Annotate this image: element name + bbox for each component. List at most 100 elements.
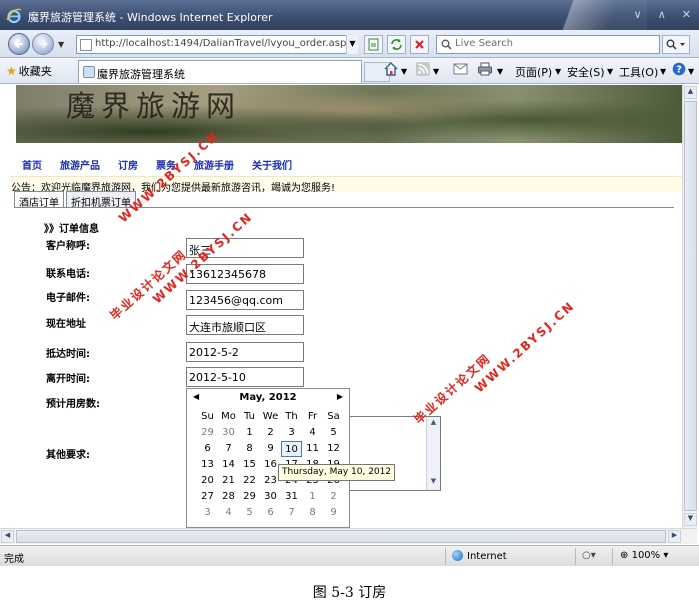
next-month-icon[interactable]: ▶ bbox=[337, 392, 343, 401]
horizontal-scrollbar[interactable]: ◀ ▶ bbox=[0, 528, 697, 544]
calendar-day[interactable]: 8 bbox=[239, 441, 260, 457]
calendar-day[interactable]: 3 bbox=[197, 505, 218, 521]
search-input[interactable]: Live Search bbox=[436, 35, 660, 54]
home-dropdown-icon[interactable]: ▼ bbox=[401, 67, 407, 76]
minimize-icon[interactable]: ∨ bbox=[634, 8, 642, 21]
arrival-date-input[interactable]: 2012-5-2 bbox=[186, 342, 304, 362]
calendar-day[interactable]: 27 bbox=[197, 489, 218, 505]
calendar-day-selected[interactable]: 10 bbox=[281, 441, 302, 457]
page-menu[interactable]: 页面(P) bbox=[515, 64, 552, 80]
scroll-thumb[interactable] bbox=[16, 530, 666, 543]
feeds-icon[interactable] bbox=[416, 62, 430, 76]
search-button[interactable] bbox=[662, 35, 690, 54]
calendar-day[interactable]: 6 bbox=[260, 505, 281, 521]
calendar-day[interactable]: 12 bbox=[323, 441, 344, 457]
protected-mode-icon[interactable]: ○▾ bbox=[582, 550, 596, 561]
ie-logo-icon bbox=[6, 8, 22, 24]
calendar-day[interactable]: 1 bbox=[239, 425, 260, 441]
email-input[interactable]: 123456@qq.com bbox=[186, 290, 304, 310]
compatibility-view-icon[interactable] bbox=[364, 35, 383, 54]
calendar-day[interactable]: 21 bbox=[218, 473, 239, 489]
calendar-day[interactable]: 14 bbox=[218, 457, 239, 473]
calendar-day[interactable]: 20 bbox=[197, 473, 218, 489]
scroll-thumb[interactable] bbox=[684, 101, 697, 511]
vertical-scrollbar[interactable]: ▲ ▼ bbox=[682, 85, 697, 528]
home-icon[interactable] bbox=[383, 61, 399, 77]
calendar-day[interactable]: 29 bbox=[239, 489, 260, 505]
tab-hotel-order[interactable]: 酒店订单 bbox=[14, 191, 64, 209]
feeds-dropdown-icon[interactable]: ▼ bbox=[433, 67, 439, 76]
form-title: 》》订单信息 bbox=[44, 224, 99, 235]
back-button[interactable] bbox=[8, 33, 30, 55]
calendar-day[interactable]: 4 bbox=[218, 505, 239, 521]
globe-icon bbox=[452, 550, 463, 561]
calendar-day[interactable]: 9 bbox=[260, 441, 281, 457]
security-zone: Internet bbox=[452, 550, 507, 562]
scroll-right-icon[interactable]: ▶ bbox=[668, 530, 681, 543]
date-tooltip: Thursday, May 10, 2012 bbox=[278, 464, 396, 481]
calendar-day[interactable]: 5 bbox=[323, 425, 344, 441]
menu-item-handbook[interactable]: 旅游手册 bbox=[194, 157, 234, 172]
phone-input[interactable]: 13612345678 bbox=[186, 264, 304, 284]
address-input[interactable]: 大连市旅顺口区 bbox=[186, 315, 304, 335]
calendar-day[interactable]: 6 bbox=[197, 441, 218, 457]
menu-item-about[interactable]: 关于我们 bbox=[252, 157, 292, 172]
calendar-day[interactable]: 5 bbox=[239, 505, 260, 521]
menu-item-booking[interactable]: 订房 bbox=[118, 157, 138, 172]
favorites-button[interactable]: ★ 收藏夹 bbox=[6, 63, 52, 79]
calendar-day[interactable]: 28 bbox=[218, 489, 239, 505]
calendar-day[interactable]: 30 bbox=[260, 489, 281, 505]
calendar-day[interactable]: 4 bbox=[302, 425, 323, 441]
calendar-day[interactable]: 7 bbox=[218, 441, 239, 457]
calendar-day[interactable]: 8 bbox=[302, 505, 323, 521]
browser-tab[interactable]: 魔界旅游管理系统 bbox=[78, 60, 362, 83]
previous-month-icon[interactable]: ◀ bbox=[193, 392, 199, 401]
calendar-day[interactable]: 29 bbox=[197, 425, 218, 441]
calendar-day[interactable]: 13 bbox=[197, 457, 218, 473]
calendar-day[interactable]: 7 bbox=[281, 505, 302, 521]
scroll-left-icon[interactable]: ◀ bbox=[1, 530, 14, 543]
calendar-week-row: 29 30 1 2 3 4 5 bbox=[197, 425, 344, 441]
favorites-label: 收藏夹 bbox=[18, 65, 52, 78]
address-bar: ▼ http://localhost:1494/DalianTravel/lvy… bbox=[0, 30, 699, 58]
url-field[interactable]: http://localhost:1494/DalianTravel/lvyou… bbox=[76, 35, 358, 54]
tools-menu[interactable]: 工具(O) bbox=[619, 64, 658, 80]
url-dropdown-icon[interactable]: ▼ bbox=[346, 35, 358, 54]
calendar-day[interactable]: 22 bbox=[239, 473, 260, 489]
calendar-day[interactable]: 1 bbox=[302, 489, 323, 505]
departure-date-input[interactable]: 2012-5-10 bbox=[186, 367, 304, 387]
print-dropdown-icon[interactable]: ▼ bbox=[497, 67, 503, 76]
menu-item-products[interactable]: 旅游产品 bbox=[60, 157, 100, 172]
phone-label: 联系电话: bbox=[46, 269, 90, 280]
close-icon[interactable]: ✕ bbox=[682, 8, 691, 21]
date-picker: ◀ May, 2012 ▶ Su Mo Tu We Th Fr Sa 29 30… bbox=[186, 388, 350, 528]
safety-menu[interactable]: 安全(S) bbox=[567, 64, 605, 80]
notice-bar: 公告：欢迎光临魔界旅游网，我们为您提供最新旅游咨讯，竭诚为您服务! bbox=[10, 176, 682, 194]
calendar-day[interactable]: 15 bbox=[239, 457, 260, 473]
calendar-day[interactable]: 11 bbox=[302, 441, 323, 457]
calendar-day[interactable]: 2 bbox=[323, 489, 344, 505]
weekday-label: We bbox=[262, 411, 279, 422]
calendar-day[interactable]: 30 bbox=[218, 425, 239, 441]
refresh-icon[interactable] bbox=[387, 35, 406, 54]
calendar-day[interactable]: 3 bbox=[281, 425, 302, 441]
help-dropdown-icon[interactable]: ▼ bbox=[688, 67, 694, 76]
scroll-down-icon[interactable]: ▼ bbox=[684, 513, 697, 526]
calendar-day[interactable]: 9 bbox=[323, 505, 344, 521]
stop-icon[interactable] bbox=[410, 35, 429, 54]
textarea-scrollbar[interactable]: ▲ ▼ bbox=[426, 417, 440, 490]
help-icon[interactable]: ? bbox=[672, 62, 686, 76]
mail-icon[interactable] bbox=[453, 63, 468, 75]
scroll-up-icon[interactable]: ▲ bbox=[684, 86, 697, 99]
print-icon[interactable] bbox=[477, 61, 493, 77]
tab-title: 魔界旅游管理系统 bbox=[97, 68, 185, 81]
forward-button[interactable] bbox=[32, 33, 54, 55]
calendar-day[interactable]: 2 bbox=[260, 425, 281, 441]
calendar-day[interactable]: 31 bbox=[281, 489, 302, 505]
calendar-month-label: May, 2012 bbox=[239, 392, 297, 403]
menu-item-home[interactable]: 首页 bbox=[22, 157, 42, 172]
scroll-down-icon[interactable]: ▼ bbox=[428, 477, 439, 489]
history-dropdown-icon[interactable]: ▼ bbox=[58, 40, 64, 49]
maximize-icon[interactable]: ∧ bbox=[658, 8, 666, 21]
zoom-level[interactable]: ⊕ 100% ▾ bbox=[620, 550, 668, 561]
